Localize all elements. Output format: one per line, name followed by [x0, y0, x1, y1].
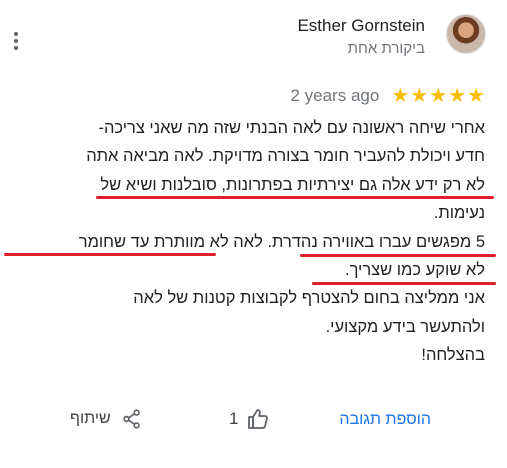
star-rating: ★ ★ ★ ★ ★ [391, 86, 485, 106]
kebab-dot [14, 46, 18, 50]
highlight-underline [96, 196, 494, 199]
kebab-dot [14, 32, 18, 36]
star-icon: ★ [467, 85, 485, 107]
review-actions: שיתוף 1 הוספת תגובה [0, 404, 507, 436]
review-line: 5 מפגשים עברו באווירה נהדרת. לאה לא מוות… [78, 232, 485, 251]
review-line: ולהתעשר בידע מקצועי. [325, 317, 485, 336]
share-button[interactable]: שיתוף [70, 408, 143, 430]
review-time: 2 years ago [290, 86, 380, 105]
more-options-icon[interactable] [12, 32, 20, 50]
avatar[interactable] [446, 14, 486, 54]
author-review-count: ביקורת אחת [347, 40, 425, 57]
add-reply-button[interactable]: הוספת תגובה [339, 411, 431, 429]
star-icon: ★ [429, 85, 448, 107]
review-line: לא רק ידע אלה גם יצירתיות בפתרונות, סובל… [100, 175, 485, 194]
highlight-underline [4, 253, 216, 256]
thumb-up-icon [248, 409, 269, 429]
share-label: שיתוף [70, 410, 111, 427]
review-line: נעימות. [433, 204, 485, 223]
like-button[interactable]: 1 [229, 407, 270, 431]
star-icon: ★ [391, 85, 410, 107]
highlight-underline [300, 254, 496, 257]
review-line: לא שוקע כמו שצריך. [344, 261, 485, 280]
like-count: 1 [229, 409, 239, 428]
review-line: אחרי שיחה ראשונה עם לאה הבנתי שזה מה שאנ… [98, 119, 485, 137]
star-icon: ★ [410, 85, 429, 107]
highlight-underline [312, 282, 496, 285]
review-line: חדע ויכולת להעביר חומר בצורה מדויקת. לאה… [86, 147, 485, 166]
review-line: אני ממליצה בחום להצטרף לקבוצות קטנות של … [133, 289, 485, 308]
author-name[interactable]: Esther Gornstein [297, 16, 425, 36]
kebab-dot [14, 39, 18, 43]
share-icon [122, 409, 140, 429]
review-text: אחרי שיחה ראשונה עם לאה הבנתי שזה מה שאנ… [10, 114, 485, 370]
review-line: בהצלחה! [421, 346, 485, 365]
star-icon: ★ [448, 85, 467, 107]
rating-row: 2 years ago ★ ★ ★ ★ ★ [290, 86, 485, 106]
